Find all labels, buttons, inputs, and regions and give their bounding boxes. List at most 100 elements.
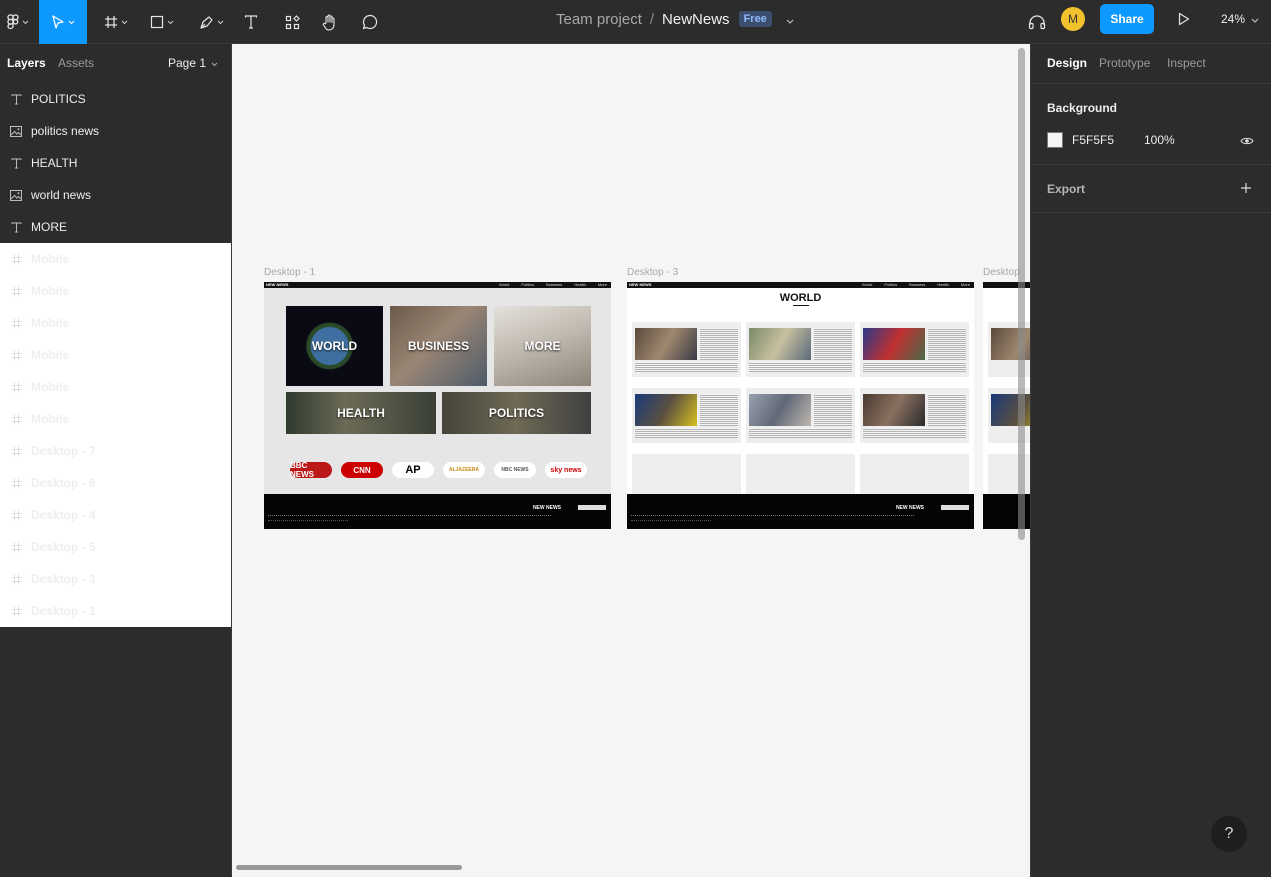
shape-tool-button[interactable] [145, 0, 179, 44]
frame-desktop-3[interactable]: NEW NEWS World Politics Business Health … [627, 282, 974, 529]
frame-layer-icon [9, 508, 23, 522]
tile-business: BUSINESS [390, 306, 487, 386]
article-text [814, 394, 852, 426]
layer-item[interactable]: Mobile [0, 371, 231, 403]
avatar[interactable]: M [1061, 7, 1085, 31]
share-button[interactable]: Share [1100, 4, 1154, 34]
layer-item[interactable]: Mobile [0, 403, 231, 435]
layer-item[interactable]: Mobile [0, 275, 231, 307]
file-title: Team project / NewNews Free [556, 0, 794, 38]
layer-label: world news [31, 188, 92, 202]
layer-item[interactable]: POLITICS [0, 83, 231, 115]
divider [1031, 212, 1271, 213]
chevron-down-icon [217, 20, 224, 25]
text-tool-button[interactable] [240, 0, 262, 44]
layer-label: Mobile [31, 348, 69, 362]
layer-label: Desktop - 5 [31, 540, 96, 554]
main-menu-button[interactable] [0, 0, 36, 44]
layer-item[interactable]: Desktop - 7 [0, 435, 231, 467]
tab-assets[interactable]: Assets [58, 56, 94, 70]
article-card [632, 322, 741, 377]
footer-links [631, 515, 914, 517]
nav-link: Health [937, 282, 949, 287]
article-text [749, 428, 852, 438]
resources-icon [285, 14, 300, 30]
layer-item[interactable]: MORE [0, 211, 231, 243]
layer-item[interactable]: politics news [0, 115, 231, 147]
vertical-scrollbar[interactable] [1018, 48, 1025, 540]
layer-item[interactable]: HEALTH [0, 147, 231, 179]
tab-layers[interactable]: Layers [7, 56, 46, 70]
file-name[interactable]: NewNews [662, 11, 730, 28]
move-tool-button[interactable] [39, 0, 87, 44]
page-selector[interactable]: Page 1 [168, 56, 218, 70]
layer-item[interactable]: Desktop - 1 [0, 595, 231, 627]
frame-label-desktop-1[interactable]: Desktop - 1 [264, 267, 315, 278]
tab-inspect[interactable]: Inspect [1167, 56, 1206, 70]
visibility-eye-icon[interactable] [1240, 133, 1254, 151]
footer-links [268, 520, 348, 522]
audio-button[interactable] [1026, 0, 1048, 44]
layer-item[interactable]: Mobile [0, 307, 231, 339]
frame-tool-button[interactable] [99, 0, 133, 44]
layer-item[interactable]: Desktop - 3 [0, 563, 231, 595]
layer-label: Desktop - 7 [31, 444, 96, 458]
article-card [632, 388, 741, 443]
nav-link: More [597, 282, 607, 287]
layer-label: Desktop - 3 [31, 572, 96, 586]
tab-prototype[interactable]: Prototype [1099, 56, 1150, 70]
headphones-icon [1028, 14, 1046, 30]
frame-layer-icon [9, 444, 23, 458]
article-text [928, 328, 966, 360]
nav-link: Politics [884, 282, 898, 287]
layer-label: Mobile [31, 316, 69, 330]
article-card-placeholder [746, 454, 855, 494]
resources-button[interactable] [281, 0, 303, 44]
chevron-down-icon [22, 20, 29, 25]
hand-tool-icon [322, 13, 338, 31]
footer-logo: NEW NEWS [895, 505, 924, 511]
layer-item[interactable]: Desktop - 5 [0, 531, 231, 563]
frame-layer-icon [9, 412, 23, 426]
frame-footer: NEW NEWS [264, 494, 611, 529]
text-tool-icon [244, 15, 258, 29]
background-opacity-input[interactable]: 100% [1144, 133, 1175, 147]
background-hex-input[interactable]: F5F5F5 [1072, 133, 1114, 147]
file-menu-chevron-icon[interactable] [786, 11, 794, 28]
frame-layer-icon [9, 572, 23, 586]
left-panel-tabs: Layers Assets Page 1 [0, 44, 231, 81]
add-export-plus-icon[interactable] [1240, 181, 1252, 199]
layer-item[interactable]: world news [0, 179, 231, 211]
chevron-down-icon [167, 20, 174, 25]
frame-label-desktop[interactable]: Desktop [983, 267, 1020, 278]
tab-design[interactable]: Design [1047, 56, 1087, 70]
layer-item[interactable]: Mobile [0, 243, 231, 275]
canvas[interactable]: Desktop - 1 Desktop - 3 Desktop NEW NEWS… [232, 44, 1030, 877]
layer-item[interactable]: Desktop - 6 [0, 467, 231, 499]
background-color-swatch[interactable] [1047, 132, 1063, 148]
nav-links: World Politics Business Health More [499, 282, 607, 288]
help-button[interactable]: ? [1211, 816, 1247, 852]
chevron-down-icon [1251, 12, 1259, 26]
article-text [928, 394, 966, 426]
frame-desktop-1[interactable]: NEW NEWS World Politics Business Health … [264, 282, 611, 529]
hand-tool-button[interactable] [319, 0, 341, 44]
frame-label-desktop-3[interactable]: Desktop - 3 [627, 267, 678, 278]
frame-layer-icon [9, 252, 23, 266]
frame-layer-icon [9, 540, 23, 554]
frame-navbar: NEW NEWS World Politics Business Health … [264, 282, 611, 288]
background-heading: Background [1047, 101, 1118, 115]
project-name[interactable]: Team project [556, 11, 642, 28]
layer-item[interactable]: Mobile [0, 339, 231, 371]
footer-search [941, 505, 969, 510]
pen-tool-button[interactable] [194, 0, 228, 44]
zoom-control[interactable]: 24% [1221, 0, 1259, 38]
present-button[interactable] [1175, 0, 1193, 38]
article-text [700, 394, 738, 426]
comment-tool-button[interactable] [359, 0, 381, 44]
horizontal-scrollbar[interactable] [236, 865, 462, 870]
footer-links [631, 520, 711, 522]
tile-label: POLITICS [488, 406, 545, 420]
image-layer-icon [9, 124, 23, 138]
layer-item[interactable]: Desktop - 4 [0, 499, 231, 531]
